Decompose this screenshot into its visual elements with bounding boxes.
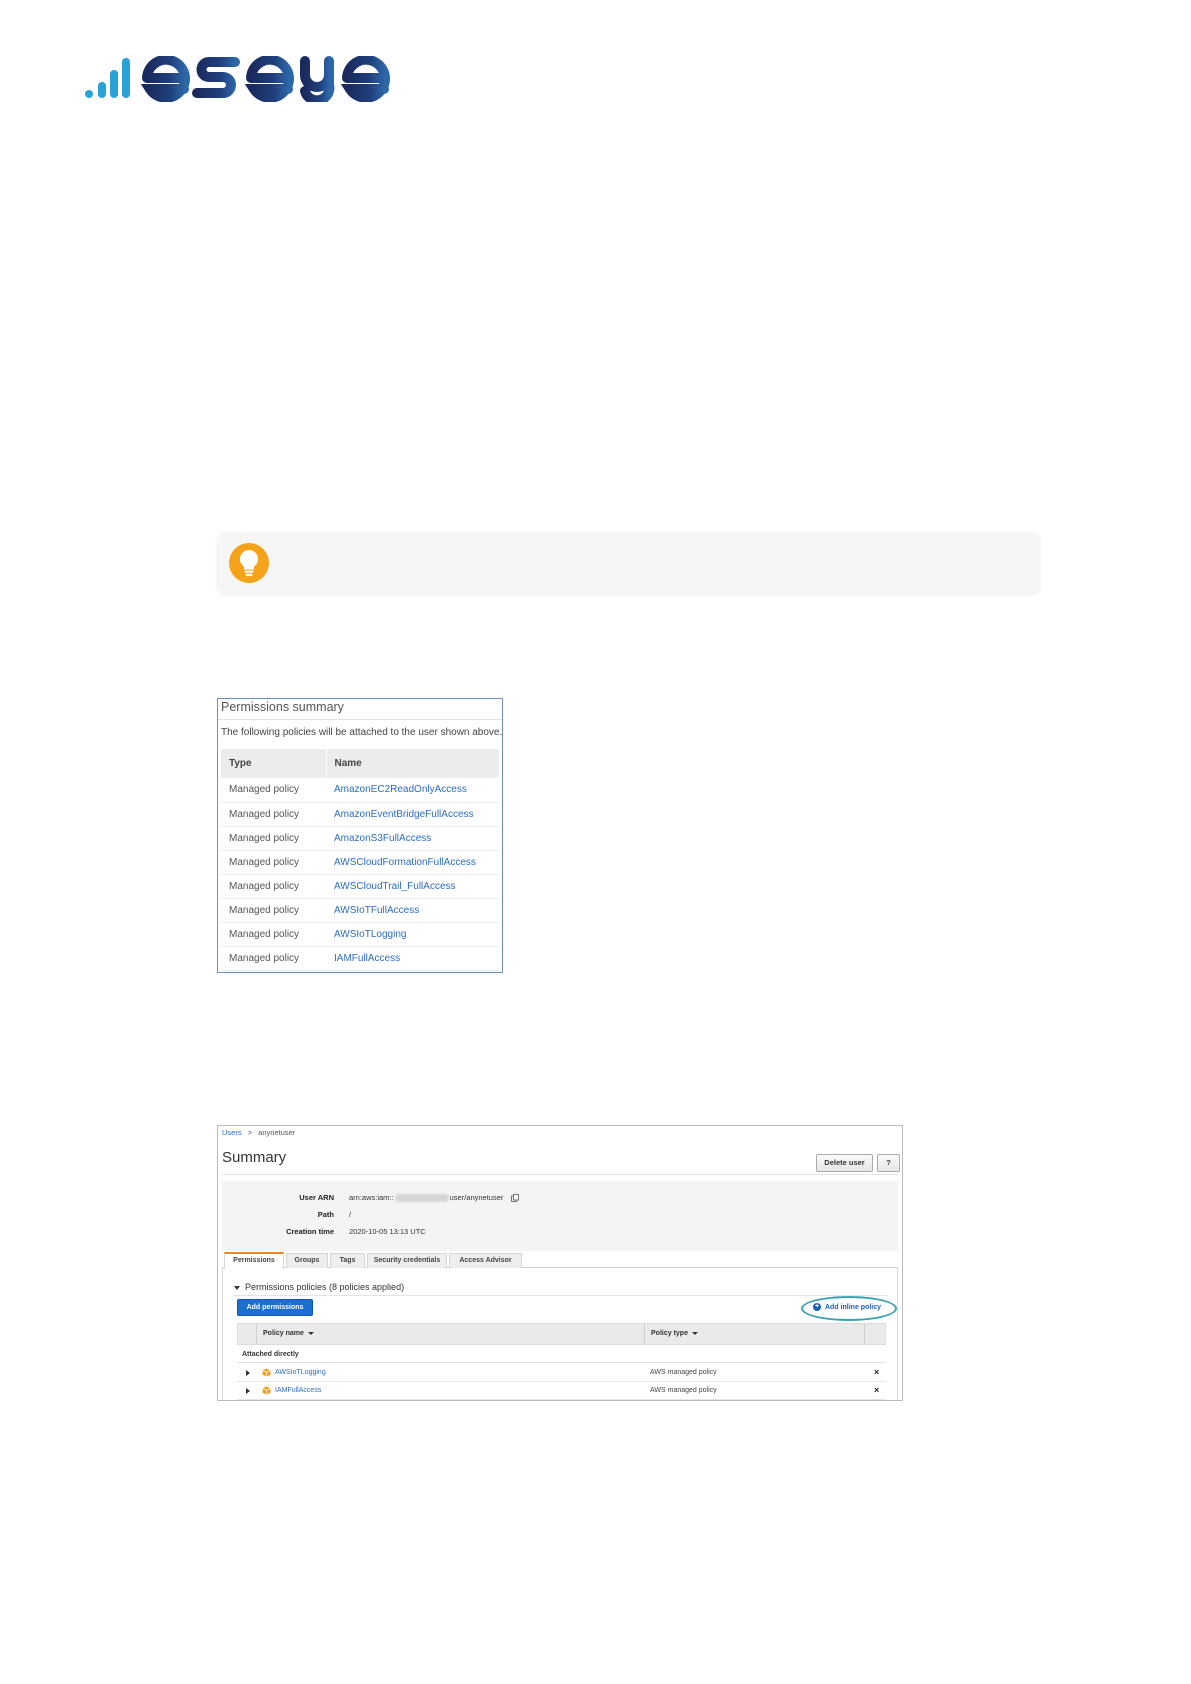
policy-name-link[interactable]: AWSCloudFormationFullAccess bbox=[326, 850, 500, 875]
policy-type-cell: Managed policy bbox=[221, 874, 326, 899]
expand-row-icon[interactable] bbox=[246, 1388, 250, 1394]
policy-name-link[interactable]: AmazonS3FullAccess bbox=[326, 826, 500, 851]
user-arn-label: User ARN bbox=[299, 1193, 334, 1202]
column-header-policy-name[interactable]: Policy name bbox=[263, 1330, 314, 1337]
permissions-summary-table: Type Name Managed policy AmazonEC2ReadOn… bbox=[221, 749, 500, 971]
attached-directly-group: Attached directly bbox=[237, 1346, 886, 1363]
tab-permissions[interactable]: Permissions bbox=[224, 1252, 284, 1269]
table-row: Managed policy AmazonS3FullAccess bbox=[221, 826, 500, 851]
path-value: / bbox=[349, 1210, 352, 1219]
table-row: Managed policy AWSIoTLogging bbox=[221, 922, 500, 947]
table-row: Managed policy IAMFullAccess bbox=[221, 946, 500, 971]
permissions-summary-panel: Permissions summary The following polici… bbox=[217, 698, 503, 973]
delete-user-button[interactable]: Delete user bbox=[816, 1154, 873, 1172]
policies-table-header: Policy name Policy type bbox=[237, 1323, 886, 1345]
policy-type-cell: Managed policy bbox=[221, 946, 326, 971]
tab-tags[interactable]: Tags bbox=[330, 1253, 365, 1268]
user-arn-prefix: arn:aws:iam:: bbox=[349, 1193, 394, 1202]
policy-name-link[interactable]: AWSIoTFullAccess bbox=[326, 898, 500, 923]
tab-access-advisor[interactable]: Access Advisor bbox=[449, 1253, 522, 1268]
tab-groups[interactable]: Groups bbox=[286, 1253, 328, 1268]
policy-type-cell: Managed policy bbox=[221, 922, 326, 947]
policy-type-cell: Managed policy bbox=[221, 802, 326, 827]
sort-caret-icon bbox=[691, 1331, 698, 1335]
table-row: Managed policy AWSCloudTrail_FullAccess bbox=[221, 874, 500, 899]
column-divider bbox=[256, 1324, 257, 1344]
policy-name-link[interactable]: AWSIoTLogging bbox=[326, 922, 500, 947]
path-row: Path / bbox=[222, 1210, 898, 1224]
policy-name-link[interactable]: AmazonEC2ReadOnlyAccess bbox=[326, 778, 500, 803]
policy-name-link[interactable]: AWSCloudTrail_FullAccess bbox=[326, 874, 500, 899]
remove-policy-icon[interactable]: × bbox=[874, 1367, 879, 1377]
policy-name-link[interactable]: AmazonEventBridgeFullAccess bbox=[326, 802, 500, 827]
copy-icon[interactable] bbox=[510, 1194, 519, 1202]
user-info-section: User ARN arn:aws:iam:: user/anynetuser Pa… bbox=[222, 1181, 898, 1251]
breadcrumb-separator: > bbox=[247, 1128, 253, 1137]
column-header-name: Name bbox=[326, 749, 500, 778]
policy-name-link[interactable]: AWSIoTLogging bbox=[275, 1369, 326, 1376]
lightbulb-icon bbox=[229, 543, 269, 583]
user-arn-suffix: user/anynetuser bbox=[449, 1193, 504, 1202]
page-title: Summary bbox=[222, 1149, 287, 1166]
permissions-tab-panel: Permissions policies (8 policies applied… bbox=[222, 1268, 898, 1400]
column-divider bbox=[864, 1324, 865, 1344]
add-permissions-button[interactable]: Add permissions bbox=[237, 1299, 313, 1316]
user-arn-row: User ARN arn:aws:iam:: user/anynetuser bbox=[222, 1193, 898, 1207]
user-arn-value: arn:aws:iam:: user/anynetuser bbox=[349, 1193, 519, 1203]
help-button[interactable]: ? bbox=[877, 1154, 900, 1172]
add-inline-policy-link[interactable]: + Add inline policy bbox=[813, 1303, 881, 1311]
table-row: Managed policy AWSCloudFormationFullAcce… bbox=[221, 850, 500, 875]
column-header-policy-type-label: Policy type bbox=[651, 1330, 688, 1337]
permissions-policies-toggle[interactable]: Permissions policies (8 policies applied… bbox=[234, 1282, 404, 1292]
policy-name-link[interactable]: IAMFullAccess bbox=[326, 946, 500, 971]
redacted-account-id bbox=[394, 1194, 449, 1203]
creation-time-value: 2020-10-05 13:13 UTC bbox=[349, 1227, 426, 1236]
permissions-summary-description: The following policies will be attached … bbox=[221, 727, 503, 738]
column-header-policy-type[interactable]: Policy type bbox=[651, 1330, 698, 1337]
column-header-type: Type bbox=[221, 749, 327, 778]
table-row: AWSIoTLogging AWS managed policy × bbox=[237, 1364, 886, 1382]
policy-type-cell: Managed policy bbox=[221, 898, 326, 923]
expand-triangle-icon bbox=[234, 1285, 240, 1290]
path-label: Path bbox=[317, 1210, 334, 1219]
table-row: Managed policy AWSIoTFullAccess bbox=[221, 898, 500, 923]
table-row: Managed policy AmazonEC2ReadOnlyAccess bbox=[221, 778, 500, 803]
policy-type-cell: Managed policy bbox=[221, 778, 326, 803]
tab-bar: Permissions Groups Tags Security credent… bbox=[222, 1251, 898, 1269]
aws-user-summary-screenshot: Users > anynetuser Summary Delete user ?… bbox=[217, 1125, 903, 1401]
creation-time-label: Creation time bbox=[286, 1227, 334, 1236]
table-row: IAMFullAccess AWS managed policy × bbox=[237, 1382, 886, 1400]
divider bbox=[218, 719, 502, 720]
managed-policy-icon bbox=[262, 1386, 271, 1395]
divider bbox=[222, 1174, 898, 1175]
add-inline-policy-label: Add inline policy bbox=[825, 1303, 882, 1311]
creation-time-row: Creation time 2020-10-05 13:13 UTC bbox=[222, 1227, 898, 1241]
sort-caret-icon bbox=[307, 1331, 314, 1335]
tip-callout bbox=[217, 532, 1040, 594]
breadcrumb-users-link[interactable]: Users bbox=[222, 1128, 242, 1137]
table-row: Managed policy AmazonEventBridgeFullAcce… bbox=[221, 802, 500, 827]
logo-wordmark-text: eseye bbox=[85, 56, 88, 57]
managed-policy-icon bbox=[262, 1368, 271, 1377]
divider bbox=[233, 1295, 887, 1296]
tab-security-credentials[interactable]: Security credentials bbox=[367, 1253, 447, 1268]
policy-type-cell: AWS managed policy bbox=[650, 1387, 717, 1394]
eseye-logo: eseye bbox=[85, 56, 390, 102]
breadcrumb: Users > anynetuser bbox=[222, 1128, 295, 1137]
permissions-policies-heading: Permissions policies (8 policies applied… bbox=[245, 1282, 405, 1292]
policy-type-cell: Managed policy bbox=[221, 850, 326, 875]
remove-policy-icon[interactable]: × bbox=[874, 1385, 879, 1395]
column-divider bbox=[644, 1324, 645, 1344]
policy-name-link[interactable]: IAMFullAccess bbox=[275, 1387, 321, 1394]
add-circle-icon: + bbox=[813, 1303, 821, 1311]
highlight-ring: + Add inline policy bbox=[801, 1296, 897, 1321]
expand-row-icon[interactable] bbox=[246, 1370, 250, 1376]
policy-type-cell: AWS managed policy bbox=[650, 1369, 717, 1376]
breadcrumb-current: anynetuser bbox=[258, 1128, 296, 1137]
column-header-policy-name-label: Policy name bbox=[263, 1330, 304, 1337]
permissions-summary-title: Permissions summary bbox=[221, 700, 344, 714]
policy-type-cell: Managed policy bbox=[221, 826, 326, 851]
